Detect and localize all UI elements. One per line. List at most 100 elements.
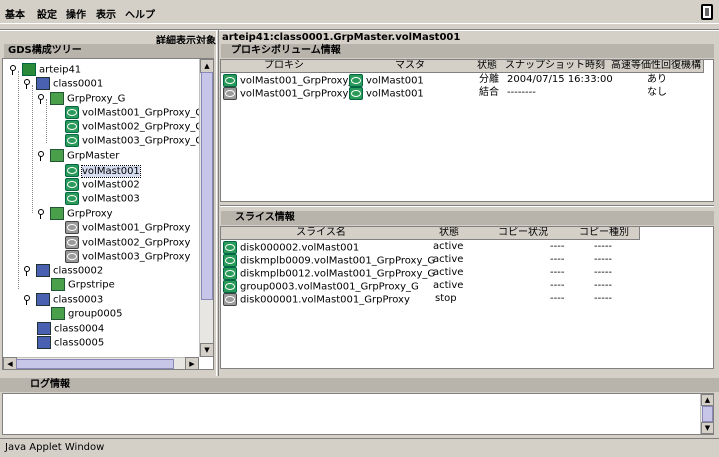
group-icon	[50, 149, 64, 162]
tree-node-group[interactable]: GrpProxy_G	[37, 92, 125, 106]
col-copy-type[interactable]: コピー種別	[569, 227, 640, 240]
tree-node-group[interactable]: GrpMaster	[37, 149, 119, 163]
slice-icon	[223, 280, 237, 293]
log-vertical-scrollbar[interactable]: ▲ ▼	[700, 394, 714, 434]
log-area[interactable]: ▲ ▼	[2, 393, 714, 435]
pane-splitter[interactable]	[216, 30, 219, 376]
tree-node-volume[interactable]: volMast001_GrpProxy_G	[65, 106, 203, 120]
class-icon	[36, 77, 50, 90]
table-cell: -----	[594, 241, 613, 252]
tree-node-class[interactable]: class0001	[23, 77, 103, 91]
host-icon	[22, 63, 36, 76]
table-cell: active	[433, 254, 464, 265]
scrollbar-thumb[interactable]	[201, 72, 213, 300]
scroll-down-icon[interactable]: ▼	[701, 422, 714, 434]
table-cell: active	[433, 241, 464, 252]
table-cell: ----	[550, 280, 565, 291]
tree-node-volume[interactable]: volMast002_GrpProxy_G	[65, 120, 203, 134]
col-state[interactable]: 状態	[473, 60, 502, 73]
tree-node-volume[interactable]: volMast002_GrpProxy	[65, 236, 190, 250]
group-icon	[51, 278, 65, 291]
expand-toggle-icon[interactable]	[37, 151, 46, 161]
menu-basic[interactable]: 基本	[5, 6, 25, 21]
expand-toggle-icon[interactable]	[37, 209, 46, 219]
volume-gray-icon	[65, 221, 79, 234]
table-row[interactable]: disk000001.volMast001_GrpProxy	[223, 293, 410, 306]
table-row[interactable]: diskmplb0009.volMast001_GrpProxy_G	[223, 254, 435, 267]
gds-tree[interactable]: arteip41 class0001 GrpProxy_G volMast001…	[2, 58, 214, 370]
table-row[interactable]: group0003.volMast001_GrpProxy_G	[223, 280, 419, 293]
table-row[interactable]: volMast001_GrpProxy	[223, 87, 348, 100]
volume-icon	[65, 134, 79, 147]
table-row[interactable]: diskmplb0012.volMast001_GrpProxy_G	[223, 267, 435, 280]
col-snapshot-time[interactable]: スナップショット時刻	[501, 60, 610, 73]
slice-icon	[223, 254, 237, 267]
tree-node-class[interactable]: class0004	[37, 322, 104, 336]
expand-toggle-icon[interactable]	[23, 79, 32, 89]
col-proxy[interactable]: プロキシ	[221, 60, 348, 73]
scroll-down-icon[interactable]: ▼	[200, 343, 213, 357]
scroll-right-icon[interactable]: ▶	[185, 357, 199, 369]
col-slice-state[interactable]: 状態	[421, 227, 478, 240]
col-copy-status[interactable]: コピー状況	[477, 227, 570, 240]
table-cell: -----	[594, 267, 613, 278]
menu-settings[interactable]: 設定	[37, 6, 57, 21]
tree-node-group[interactable]: group0005	[51, 307, 123, 321]
menu-view[interactable]: 表示	[96, 6, 116, 21]
table-row[interactable]: disk000002.volMast001	[223, 241, 359, 254]
table-cell: なし	[647, 87, 667, 98]
tree-connector	[32, 85, 33, 213]
col-fast-recovery[interactable]: 高速等価性回復機構	[609, 60, 704, 73]
col-master[interactable]: マスタ	[347, 60, 474, 73]
table-cell: 2004/07/15 16:33:00	[507, 74, 613, 85]
scroll-left-icon[interactable]: ◀	[3, 357, 17, 369]
slice-icon	[223, 267, 237, 280]
volume-gray-icon	[65, 236, 79, 249]
table-cell: active	[433, 267, 464, 278]
group-icon	[51, 307, 65, 320]
tree-node-host[interactable]: arteip41	[9, 63, 81, 77]
scrollbar-thumb[interactable]	[702, 406, 713, 422]
tree-connector	[18, 71, 19, 289]
col-slice-name[interactable]: スライス名	[221, 227, 422, 240]
tree-node-class[interactable]: class0005	[37, 336, 104, 350]
tree-node-volume[interactable]: volMast003	[65, 192, 140, 206]
tree-node-group[interactable]: GrpProxy	[37, 207, 113, 221]
menu-help[interactable]: ヘルプ	[125, 6, 155, 21]
menu-operation[interactable]: 操作	[66, 6, 86, 21]
tree-node-volume[interactable]: volMast002	[65, 178, 140, 192]
tree-node-class[interactable]: class0002	[23, 264, 103, 278]
scroll-up-icon[interactable]: ▲	[200, 59, 213, 73]
tree-node-volume[interactable]: volMast003_GrpProxy	[65, 250, 190, 264]
slice-info-table[interactable]: スライス名 状態 コピー状況 コピー種別 disk000002.volMast0…	[220, 226, 714, 369]
scroll-up-icon[interactable]: ▲	[701, 394, 714, 406]
volume-icon	[349, 87, 363, 100]
table-cell: -----	[594, 280, 613, 291]
scrollbar-thumb[interactable]	[16, 359, 174, 369]
volume-icon	[65, 192, 79, 205]
expand-toggle-icon[interactable]	[23, 295, 32, 305]
toolbar-separator	[0, 29, 719, 31]
tree-node-volume[interactable]: volMast001_GrpProxy	[65, 221, 190, 235]
detail-target-label: 詳細表示対象	[156, 36, 216, 47]
table-row[interactable]: volMast001_GrpProxy_G	[223, 74, 361, 87]
expand-toggle-icon[interactable]	[9, 65, 18, 75]
section-splitter[interactable]	[220, 205, 714, 207]
selected-object-path: arteip41:class0001.GrpMaster.volMast001	[222, 32, 461, 43]
slice-stopped-icon	[223, 293, 237, 306]
tree-node-group[interactable]: Grpstripe	[51, 278, 115, 292]
proxy-volume-table[interactable]: プロキシ マスタ 状態 スナップショット時刻 高速等価性回復機構 volMast…	[220, 59, 714, 202]
tree-node-class[interactable]: class0003	[23, 293, 103, 307]
expand-toggle-icon[interactable]	[37, 94, 46, 104]
tree-vertical-scrollbar[interactable]: ▲ ▼	[199, 59, 213, 357]
tree-horizontal-scrollbar[interactable]: ◀ ▶	[3, 357, 199, 369]
group-icon	[50, 207, 64, 220]
tree-node-volume-selected[interactable]: volMast001	[65, 164, 141, 178]
expand-toggle-icon[interactable]	[23, 266, 32, 276]
tree-node-volume[interactable]: volMast003_GrpProxy_G	[65, 134, 203, 148]
log-title: ログ情報	[0, 378, 719, 392]
tree-title: GDS構成ツリー	[4, 44, 214, 58]
volume-icon	[65, 164, 79, 177]
class-icon	[36, 264, 50, 277]
table-cell: active	[433, 280, 464, 291]
